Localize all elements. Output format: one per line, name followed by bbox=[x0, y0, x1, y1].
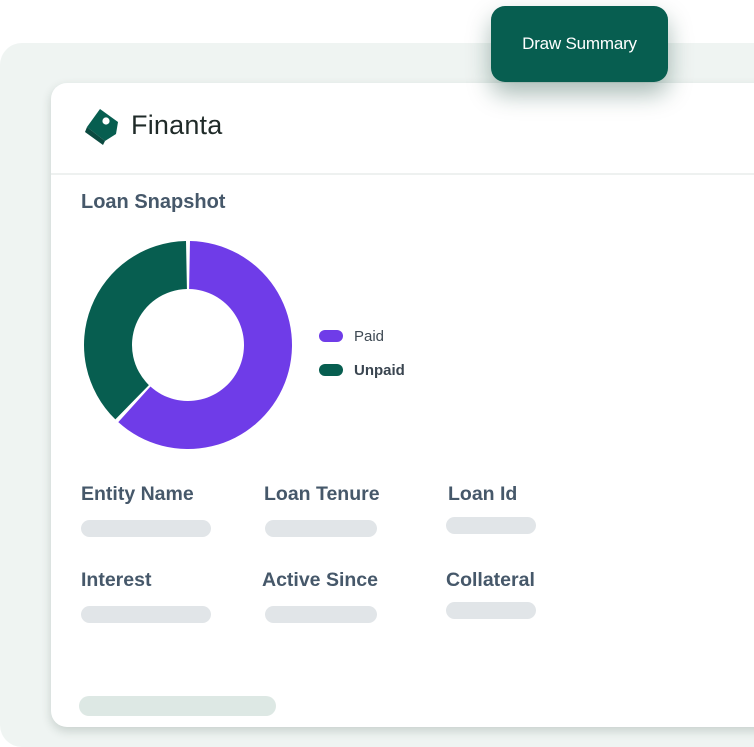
card-header: Finanta bbox=[51, 83, 754, 175]
legend-label-unpaid: Unpaid bbox=[354, 361, 405, 379]
section-title: Loan Snapshot bbox=[81, 191, 226, 213]
field-label-entity-name: Entity Name bbox=[81, 483, 194, 505]
legend-swatch-unpaid bbox=[319, 364, 343, 376]
value-placeholder-active-since bbox=[265, 606, 377, 623]
draw-summary-button[interactable]: Draw Summary bbox=[491, 6, 668, 82]
legend-item-unpaid: Unpaid bbox=[319, 353, 405, 387]
field-label-loan-id: Loan Id bbox=[448, 483, 518, 505]
legend-swatch-paid bbox=[319, 330, 343, 342]
loan-summary-card: Finanta Loan Snapshot Paid Unpaid Entity… bbox=[51, 83, 754, 727]
value-placeholder-loan-tenure bbox=[265, 520, 377, 537]
field-label-collateral: Collateral bbox=[446, 569, 535, 591]
field-label-interest: Interest bbox=[81, 569, 152, 591]
brand-logo: Finanta bbox=[81, 103, 222, 147]
value-placeholder-entity-name bbox=[81, 520, 211, 537]
tag-icon bbox=[85, 109, 118, 145]
brand-name: Finanta bbox=[131, 109, 223, 140]
loan-donut-chart bbox=[84, 241, 293, 449]
chart-legend: Paid Unpaid bbox=[319, 319, 405, 387]
footer-placeholder-bar bbox=[79, 696, 276, 716]
field-label-active-since: Active Since bbox=[262, 569, 378, 591]
legend-label-paid: Paid bbox=[354, 327, 385, 345]
value-placeholder-interest bbox=[81, 606, 211, 623]
value-placeholder-loan-id bbox=[446, 517, 536, 534]
field-label-loan-tenure: Loan Tenure bbox=[264, 483, 380, 505]
legend-item-paid: Paid bbox=[319, 319, 405, 353]
donut-slice-unpaid bbox=[84, 241, 187, 420]
value-placeholder-collateral bbox=[446, 602, 536, 619]
